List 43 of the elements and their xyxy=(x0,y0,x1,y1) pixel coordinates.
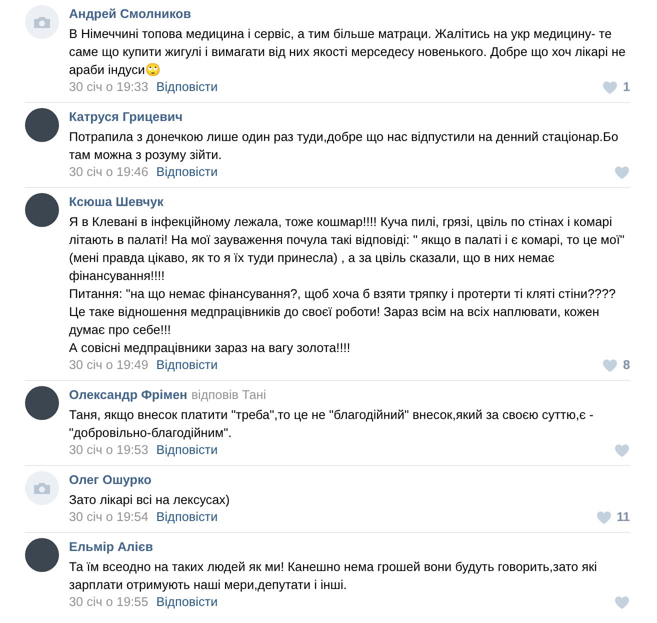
camera-icon xyxy=(33,481,51,495)
avatar-photo-placeholder xyxy=(25,538,59,572)
comment-date: 30 січ о 19:53 xyxy=(69,442,148,458)
reply-link[interactable]: Відповісти xyxy=(156,79,218,95)
comment-text: Таня, якщо внесок платити "треба",то це не "благодійний" внесок,який за своєю суттю,є - "добровільно-благодійним". xyxy=(69,407,594,442)
camera-icon xyxy=(33,15,51,29)
reply-link[interactable]: Відповісти xyxy=(156,442,218,458)
avatar-photo-placeholder xyxy=(25,193,59,227)
comment-text: Я в Клевані в інфекційному лежала, тоже кошмар!!!! Куча пилі, грязі, цвіль по стінах і комарі літають в палаті! На мої зауваження почула такі відповіді: " якщо в палаті і є комарі, то це мої" (мені правда цікаво, як то я їх туди принесла) , а за цвіль сказали, що в них немає фінансування!!!! Питання: "на що немає фінансування?, щоб хоча б взяти тряпку і протерти ті кляті стіни???? Це таке відношення медпрацівників до своєї роботи! Зараз всім на всіх наплювати, кожен думає про себе!!! А совісні медпрацівники зараз на вагу золота!!!! xyxy=(69,214,626,357)
comment-text: Та їм всеодно на таких людей як ми! Канешно нема грошей вони будуть говорить,зато які зарплати отримують наші мери,депутати і інші. xyxy=(69,559,598,594)
comment-text: Потрапила з донечкою лише один раз туди,добре що нас відпустили на денний стаціонар.Бо там можна з розуму зійти. xyxy=(69,129,620,164)
comment-date: 30 січ о 19:54 xyxy=(69,509,148,525)
heart-icon xyxy=(602,358,618,372)
like-button[interactable] xyxy=(614,594,630,610)
author-name[interactable]: Ельмір Алієв xyxy=(69,540,154,554)
comment-text: В Німеччині топова медицина і сервіс, а тим більше матраци. Жалітись на укр медицину- те саме що купити жигулі і вимагати від них якості мерседесу новенького. Добре що хоч лікарі не араби індуси🙄 xyxy=(69,26,627,79)
avatar-photo-placeholder xyxy=(25,386,59,420)
heart-icon xyxy=(596,510,612,524)
reply-to-text: відповів Тані xyxy=(191,388,266,402)
author-name[interactable]: Андрей Смолников xyxy=(69,7,192,21)
author-name[interactable]: Олег Ошурко xyxy=(69,473,152,487)
like-button[interactable] xyxy=(614,442,630,458)
like-button[interactable]: 11 xyxy=(596,509,630,525)
comment-date: 30 січ о 19:46 xyxy=(69,164,148,180)
reply-link[interactable]: Відповісти xyxy=(156,594,218,610)
heart-icon xyxy=(614,442,630,458)
avatar-photo-placeholder xyxy=(25,108,59,142)
like-button[interactable]: 1 xyxy=(602,79,630,95)
author-name[interactable]: Катруся Грицевич xyxy=(69,110,183,124)
heart-icon xyxy=(614,594,630,610)
reply-link[interactable]: Відповісти xyxy=(156,164,218,180)
heart-icon xyxy=(614,164,630,180)
reply-link[interactable]: Відповісти xyxy=(156,509,218,525)
comment-date: 30 січ о 19:49 xyxy=(69,357,148,373)
like-button[interactable]: 8 xyxy=(602,357,630,373)
like-button[interactable] xyxy=(614,164,630,180)
heart-icon xyxy=(602,80,618,94)
reply-link[interactable]: Відповісти xyxy=(156,357,218,373)
comment-date: 30 січ о 19:33 xyxy=(69,79,148,95)
comment-date: 30 січ о 19:55 xyxy=(69,594,148,610)
comment-text: Зато лікарі всі на лексусах) xyxy=(69,492,231,509)
author-name[interactable]: Ксюша Шевчук xyxy=(69,195,164,209)
author-name[interactable]: Олександр Фрімен xyxy=(69,388,188,402)
